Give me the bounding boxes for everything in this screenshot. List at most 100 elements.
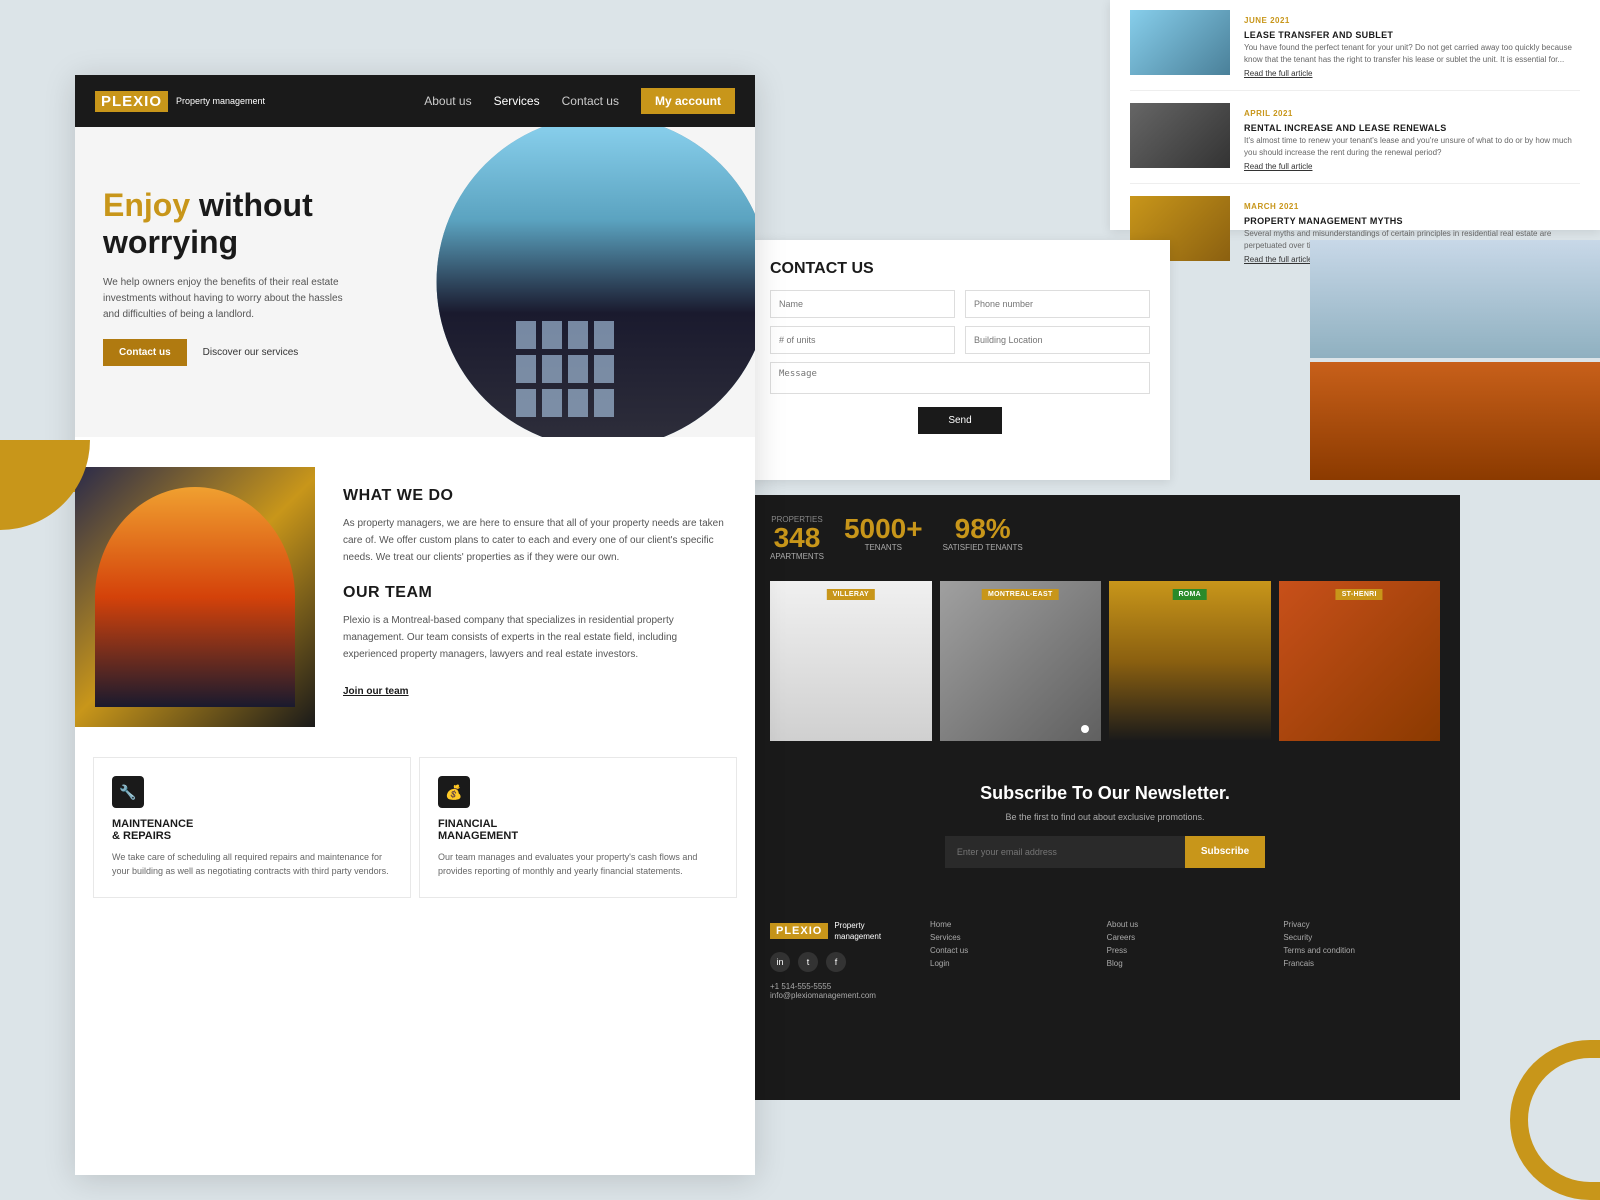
what-image <box>75 467 315 727</box>
join-our-team-link[interactable]: Join our team <box>343 686 409 697</box>
neighborhood-sthenri: ST-HENRI <box>1279 581 1441 741</box>
neighborhood-sthenri-label: ST-HENRI <box>1336 589 1383 600</box>
blog-title-3: PROPERTY MANAGEMENT MYTHS <box>1244 216 1580 226</box>
stat-tenants-label: TENANTS <box>844 543 923 552</box>
blog-title-2: RENTAL INCREASE AND LEASE RENEWALS <box>1244 123 1580 133</box>
our-team-text: Plexio is a Montreal-based company that … <box>343 612 727 663</box>
nav-contact[interactable]: Contact us <box>562 94 619 108</box>
property-image-1 <box>1310 240 1600 358</box>
logo-tagline: Property management <box>176 96 265 107</box>
stat-properties: PROPERTIES 348 APARTMENTS <box>770 515 824 561</box>
form-row-2 <box>770 326 1150 354</box>
services-row: 🔧 MAINTENANCE& REPAIRS We take care of s… <box>93 757 737 898</box>
units-input[interactable] <box>770 326 955 354</box>
footer-link-privacy[interactable]: Privacy <box>1283 920 1440 929</box>
neighborhoods: VILLERAY MONTREAL-EAST ROMA ST-HENRI <box>770 581 1440 741</box>
contact-us-button[interactable]: Contact us <box>103 339 187 366</box>
blog-content-2: APRIL 2021 RENTAL INCREASE AND LEASE REN… <box>1244 103 1580 171</box>
maintenance-icon: 🔧 <box>112 776 144 808</box>
phone-input[interactable] <box>965 290 1150 318</box>
name-input[interactable] <box>770 290 955 318</box>
financial-icon: 💰 <box>438 776 470 808</box>
footer-link-blog[interactable]: Blog <box>1107 959 1264 968</box>
logo: PLEXIO Property management <box>95 91 265 112</box>
property-image-2 <box>1310 362 1600 480</box>
maintenance-title: MAINTENANCE& REPAIRS <box>112 818 392 842</box>
financial-desc: Our team manages and evaluates your prop… <box>438 850 718 879</box>
hero-section: Enjoy withoutworrying We help owners enj… <box>75 127 755 437</box>
blog-item-2: APRIL 2021 RENTAL INCREASE AND LEASE REN… <box>1130 103 1580 184</box>
navbar: PLEXIO Property management About us Serv… <box>75 75 755 127</box>
nav-about[interactable]: About us <box>424 94 471 108</box>
stat-tenants: 5000+ TENANTS <box>844 515 923 561</box>
hero-title-bold: Enjoy <box>103 187 190 223</box>
footer-link-login[interactable]: Login <box>930 959 1087 968</box>
services-cards: 🔧 MAINTENANCE& REPAIRS We take care of s… <box>75 757 755 916</box>
blog-tag-3: MARCH 2021 <box>1244 202 1299 211</box>
footer-link-contact[interactable]: Contact us <box>930 946 1087 955</box>
footer-link-services[interactable]: Services <box>930 933 1087 942</box>
discover-services-link[interactable]: Discover our services <box>203 347 299 358</box>
footer-col-2: About us Careers Press Blog <box>1107 920 1264 1080</box>
footer-email: info@plexiomanagement.com <box>770 991 910 1000</box>
blog-content-1: JUNE 2021 LEASE TRANSFER AND SUBLET You … <box>1244 10 1580 78</box>
my-account-button[interactable]: My account <box>641 88 735 114</box>
location-input[interactable] <box>965 326 1150 354</box>
blog-read-1[interactable]: Read the full article <box>1244 69 1580 78</box>
neighborhood-sthenri-img <box>1279 581 1441 741</box>
blog-excerpt-2: It's almost time to renew your tenant's … <box>1244 135 1580 159</box>
blog-read-2[interactable]: Read the full article <box>1244 162 1580 171</box>
blog-img-1 <box>1130 10 1230 75</box>
building-windows <box>516 321 614 417</box>
twitter-icon[interactable]: t <box>798 952 818 972</box>
footer-phone: +1 514-555-5555 <box>770 982 910 991</box>
property-images <box>1310 240 1600 480</box>
hero-building-image <box>375 127 755 437</box>
blog-tag-2: APRIL 2021 <box>1244 109 1293 118</box>
neighborhood-montreal-east-label: MONTREAL-EAST <box>982 589 1059 600</box>
carousel-dot <box>1081 725 1089 733</box>
contact-section: CONTACT US Send <box>750 240 1170 480</box>
nav-links: About us Services Contact us My account <box>424 88 735 114</box>
stat-satisfied-number: 98% <box>943 515 1023 543</box>
stat-apartments-label: APARTMENTS <box>770 552 824 561</box>
hero-text: Enjoy withoutworrying We help owners enj… <box>103 187 343 366</box>
blog-excerpt-1: You have found the perfect tenant for yo… <box>1244 42 1580 66</box>
financial-title: FINANCIALMANAGEMENT <box>438 818 718 842</box>
newsletter-email-input[interactable] <box>945 836 1185 868</box>
linkedin-icon[interactable]: in <box>770 952 790 972</box>
newsletter-form: Subscribe <box>945 836 1265 868</box>
neighborhood-villeray: VILLERAY <box>770 581 932 741</box>
footer-link-press[interactable]: Press <box>1107 946 1264 955</box>
main-website-panel: PLEXIO Property management About us Serv… <box>75 75 755 1175</box>
nav-services[interactable]: Services <box>494 94 540 108</box>
footer-logo: PLEXIO Property management <box>770 920 910 942</box>
contact-title: CONTACT US <box>770 260 1150 278</box>
hero-buttons: Contact us Discover our services <box>103 339 343 366</box>
blog-tag-1: JUNE 2021 <box>1244 16 1290 25</box>
footer-link-francais[interactable]: Francais <box>1283 959 1440 968</box>
footer-link-terms[interactable]: Terms and condition <box>1283 946 1440 955</box>
send-button[interactable]: Send <box>918 407 1001 434</box>
footer-link-home[interactable]: Home <box>930 920 1087 929</box>
what-content: WHAT WE DO As property managers, we are … <box>315 467 755 727</box>
facebook-icon[interactable]: f <box>826 952 846 972</box>
form-row-1 <box>770 290 1150 318</box>
blog-section: JUNE 2021 LEASE TRANSFER AND SUBLET You … <box>1110 0 1600 230</box>
footer-link-careers[interactable]: Careers <box>1107 933 1264 942</box>
maintenance-desc: We take care of scheduling all required … <box>112 850 392 879</box>
stat-apartments-number: 348 <box>770 524 824 552</box>
stat-satisfied: 98% SATISFIED TENANTS <box>943 515 1023 561</box>
building-circle-image <box>95 487 295 707</box>
blog-img-inner-1 <box>1130 10 1230 75</box>
footer-col-3: Privacy Security Terms and condition Fra… <box>1283 920 1440 1080</box>
neighborhood-roma-img <box>1109 581 1271 741</box>
footer-link-security[interactable]: Security <box>1283 933 1440 942</box>
footer-logo-tagline: Property management <box>834 920 910 942</box>
newsletter-subscribe-button[interactable]: Subscribe <box>1185 836 1265 868</box>
neighborhood-villeray-label: VILLERAY <box>827 589 875 600</box>
footer-link-about[interactable]: About us <box>1107 920 1264 929</box>
message-input[interactable] <box>770 362 1150 394</box>
what-we-do-section: WHAT WE DO As property managers, we are … <box>75 437 755 757</box>
blog-img-inner-2 <box>1130 103 1230 168</box>
